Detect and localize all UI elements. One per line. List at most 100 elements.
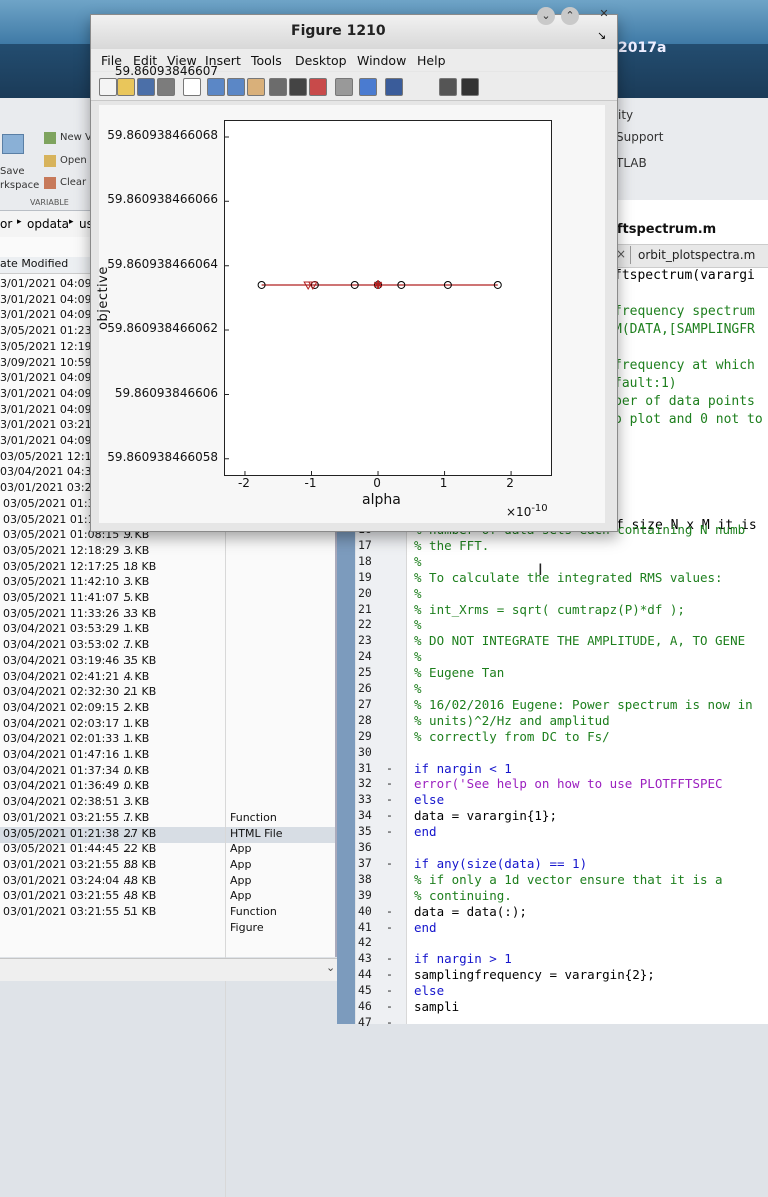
code-line[interactable]: M(DATA,[SAMPLINGFR [614, 322, 755, 337]
file-row[interactable]: 03/01/2021 03:21:55 ... 51 KB Function [0, 905, 335, 921]
code-line[interactable]: sampli [414, 999, 459, 1014]
breakpoint-marker[interactable]: - [386, 761, 393, 775]
code-line[interactable]: % the FFT. [414, 538, 489, 553]
horizontal-scrollbar[interactable]: ⌄ [0, 958, 345, 981]
rotate-icon[interactable] [269, 78, 287, 96]
code-line[interactable]: error('See help on how to use PLOTFFTSPE… [414, 776, 723, 791]
file-row[interactable]: 03/01/2021 03:21:55 ... 88 KB App [0, 858, 335, 874]
minimize-icon[interactable]: ⌄ [537, 7, 555, 25]
code-line[interactable]: % [414, 554, 422, 569]
code-line[interactable]: % To calculate the integrated RMS values… [414, 570, 723, 585]
breakpoint-marker[interactable]: - [386, 792, 393, 806]
community-item[interactable]: ity [618, 108, 633, 122]
pointer-icon[interactable] [183, 78, 201, 96]
colorbar-icon[interactable] [359, 78, 377, 96]
file-row[interactable]: 03/05/2021 01:21:38 ... 27 KB HTML File [0, 826, 335, 843]
clear-workspace-button[interactable]: Clear [60, 177, 86, 188]
breakpoint-marker[interactable]: - [386, 967, 393, 981]
zoom-out-icon[interactable] [227, 78, 245, 96]
breakpoint-marker[interactable]: - [386, 776, 393, 790]
code-line[interactable]: % continuing. [414, 888, 512, 903]
tab-orbit-plotspectra[interactable]: orbit_plotspectra.m [638, 248, 755, 262]
support-item[interactable]: Support [616, 130, 663, 144]
breakpoint-marker[interactable]: - [386, 999, 393, 1013]
breakpoint-marker[interactable]: - [386, 904, 393, 918]
open-variable-button[interactable]: Open [60, 155, 87, 166]
menu-help[interactable]: Help [417, 53, 446, 68]
code-line[interactable]: fault:1) [614, 376, 677, 391]
code-line[interactable]: % correctly from DC to Fs/ [414, 729, 610, 744]
print-icon[interactable] [157, 78, 175, 96]
code-line[interactable]: frequency spectrum [614, 304, 755, 319]
menu-desktop[interactable]: Desktop [295, 53, 347, 68]
open-icon[interactable] [117, 78, 135, 96]
data-cursor-icon[interactable] [289, 78, 307, 96]
plot-axes[interactable]: ✱ [224, 72, 552, 476]
file-row[interactable]: 03/04/2021 02:09:15 ... 2 KB [0, 701, 335, 717]
file-row[interactable]: 03/05/2021 12:17:25 ... 18 KB [0, 560, 335, 576]
code-line[interactable]: ber of data points [614, 394, 755, 409]
file-row[interactable]: 03/05/2021 11:41:07 ... 5 KB [0, 591, 335, 607]
file-row[interactable]: 03/05/2021 12:18:29 ... 3 KB [0, 544, 335, 560]
code-line[interactable]: else [414, 983, 444, 998]
file-row[interactable]: 03/04/2021 03:53:29 ... 1 KB [0, 622, 335, 638]
scroll-down-icon[interactable]: ⌄ [326, 961, 335, 974]
file-row[interactable]: 03/04/2021 02:32:30 ... 21 KB [0, 685, 335, 701]
breakpoint-marker[interactable]: - [386, 1015, 393, 1029]
code-line[interactable]: % Eugene Tan [414, 665, 504, 680]
breakpoint-marker[interactable]: - [386, 983, 393, 997]
code-line[interactable]: end [414, 824, 437, 839]
code-line[interactable]: % units)^2/Hz and amplitud [414, 713, 610, 728]
file-row[interactable]: 03/04/2021 02:03:17 ... 1 KB [0, 717, 335, 733]
code-line[interactable]: % int_Xrms = sqrt( cumtrapz(P)*df ); [414, 602, 685, 617]
zoom-in-icon[interactable] [207, 78, 225, 96]
workspace-label[interactable]: rkspace [0, 180, 39, 191]
code-line[interactable]: % [414, 681, 422, 696]
panel-splitter[interactable] [337, 500, 355, 1024]
close-window-icon[interactable]: ✕ [595, 5, 613, 23]
breakpoint-marker[interactable]: - [386, 808, 393, 822]
breakpoint-marker[interactable]: - [386, 920, 393, 934]
maximize-icon[interactable]: ⌃ [561, 7, 579, 25]
dock-icon[interactable]: ↘ [597, 29, 606, 42]
code-line[interactable]: % [414, 586, 422, 601]
file-row[interactable]: 03/01/2021 03:21:55 ... 48 KB App [0, 889, 335, 905]
menu-window[interactable]: Window [357, 53, 406, 68]
code-line[interactable]: % DO NOT INTEGRATE THE AMPLITUDE, A, TO … [414, 633, 745, 648]
code-line[interactable]: frequency at which [614, 358, 755, 373]
file-row[interactable]: 03/04/2021 03:19:46 ... 35 KB [0, 654, 335, 670]
breakpoint-marker[interactable]: - [386, 856, 393, 870]
file-row[interactable]: 03/04/2021 01:37:34 ... 0 KB [0, 764, 335, 780]
file-row[interactable]: 03/04/2021 02:41:21 ... 4 KB [0, 670, 335, 686]
file-row[interactable]: Figure [0, 921, 335, 937]
code-line[interactable]: data = varargin{1}; [414, 808, 557, 823]
code-line[interactable]: if nargin < 1 [414, 761, 512, 776]
file-row[interactable]: 03/05/2021 01:44:45 ... 22 KB App [0, 842, 335, 858]
save-label[interactable]: Save [0, 166, 25, 177]
code-line[interactable]: if any(size(data) == 1) [414, 856, 587, 871]
pan-icon[interactable] [247, 78, 265, 96]
file-row[interactable]: 03/05/2021 11:42:10 ... 3 KB [0, 575, 335, 591]
file-row[interactable]: 03/04/2021 02:01:33 ... 1 KB [0, 732, 335, 748]
hide-plot-tools-icon[interactable] [439, 78, 457, 96]
code-line[interactable]: samplingfrequency = varargin{2}; [414, 967, 655, 982]
save-icon[interactable] [137, 78, 155, 96]
brush-icon[interactable] [309, 78, 327, 96]
code-line[interactable]: % 16/02/2016 Eugene: Power spectrum is n… [414, 697, 753, 712]
code-line[interactable]: if nargin > 1 [414, 951, 512, 966]
menu-tools[interactable]: Tools [251, 53, 282, 68]
breakpoint-marker[interactable]: - [386, 824, 393, 838]
file-row[interactable]: 03/05/2021 11:33:26 ... 33 KB [0, 607, 335, 623]
show-plot-tools-icon[interactable] [461, 78, 479, 96]
code-line[interactable]: data = data(:); [414, 904, 527, 919]
code-line[interactable]: o plot and 0 not to [614, 412, 763, 427]
code-line[interactable]: % [414, 617, 422, 632]
file-row[interactable]: 03/01/2021 03:24:04 ... 48 KB App [0, 874, 335, 890]
file-row[interactable]: 03/04/2021 02:38:51 ... 3 KB [0, 795, 335, 811]
figure-titlebar[interactable]: Figure 1210 ⌄ ⌃ ✕ ↘ [91, 7, 617, 49]
link-icon[interactable] [335, 78, 353, 96]
learn-matlab-item[interactable]: TLAB [616, 156, 647, 170]
path-segment[interactable]: or [0, 217, 12, 231]
code-line[interactable]: % [414, 649, 422, 664]
legend-icon[interactable] [385, 78, 403, 96]
